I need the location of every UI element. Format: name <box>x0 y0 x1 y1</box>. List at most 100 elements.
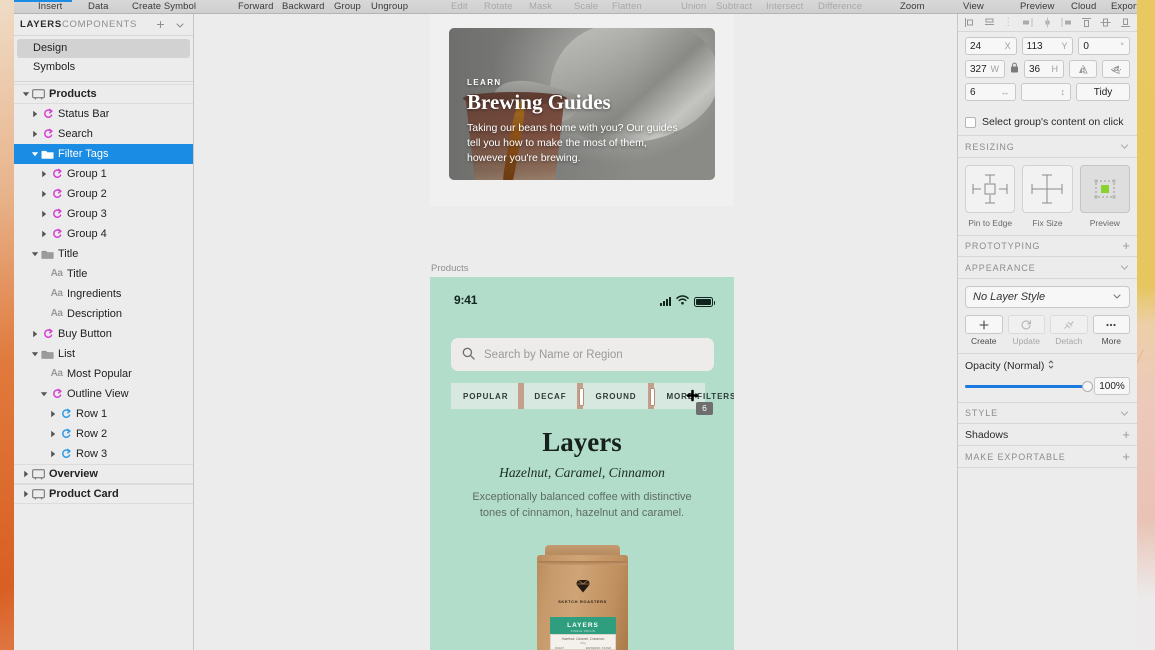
chevron-down-icon[interactable] <box>1119 408 1130 419</box>
toolbar-item-view[interactable]: View <box>963 1 984 13</box>
layer-row-product-card[interactable]: Product Card <box>14 484 193 504</box>
toolbar-item-cloud[interactable]: Cloud <box>1071 1 1096 13</box>
distribute-center-icon[interactable] <box>1042 17 1053 28</box>
lock-aspect-ratio-icon[interactable] <box>1010 62 1019 76</box>
align-bottom-icon[interactable] <box>1120 17 1131 28</box>
chevron-down-icon[interactable] <box>1112 291 1122 304</box>
tab-layers[interactable]: LAYERS <box>20 19 62 30</box>
layer-row-list[interactable]: List <box>14 344 193 364</box>
flip-horizontal-button[interactable] <box>1069 60 1097 78</box>
layer-row-title[interactable]: Title <box>14 244 193 264</box>
toolbar-item-data[interactable]: Data <box>88 1 108 13</box>
layer-row-status-bar[interactable]: Status Bar <box>14 104 193 124</box>
disclosure-triangle-closed-icon[interactable] <box>20 484 31 504</box>
chevron-down-icon[interactable] <box>1119 262 1130 273</box>
toolbar-item-backward[interactable]: Backward <box>282 1 325 13</box>
toolbar-item-zoom[interactable]: Zoom <box>900 1 925 13</box>
disclosure-triangle-closed-icon[interactable] <box>29 104 40 124</box>
page-item-symbols[interactable]: Symbols <box>17 58 190 77</box>
layer-row-group-4[interactable]: Group 4 <box>14 224 193 244</box>
update-style-button[interactable] <box>1007 315 1045 334</box>
layer-row-ingredients[interactable]: Aa Ingredients <box>14 284 193 304</box>
layer-row-buy-button[interactable]: Buy Button <box>14 324 193 344</box>
detach-style-button[interactable] <box>1050 315 1088 334</box>
add-shadow-icon[interactable]: + <box>1122 428 1130 441</box>
page-item-design[interactable]: Design <box>17 39 190 58</box>
toolbar-item-group[interactable]: Group <box>334 1 361 13</box>
x-field[interactable]: 24 X <box>965 37 1017 55</box>
flip-vertical-button[interactable] <box>1102 60 1130 78</box>
add-page-icon[interactable]: + <box>154 17 167 31</box>
resize-option-pin-to-edge[interactable] <box>965 165 1016 213</box>
distribute-right-icon[interactable] <box>1061 17 1072 28</box>
filter-tag-ground[interactable]: GROUND <box>583 392 648 401</box>
appearance-section-header[interactable]: APPEARANCE <box>958 257 1137 279</box>
opacity-value-field[interactable]: 100% <box>1094 377 1130 395</box>
layer-row-group-2[interactable]: Group 2 <box>14 184 193 204</box>
layer-row-group-1[interactable]: Group 1 <box>14 164 193 184</box>
vertical-spacing-field[interactable]: ↕ <box>1020 83 1071 101</box>
disclosure-triangle-open-icon[interactable] <box>29 244 40 264</box>
disclosure-triangle-closed-icon[interactable] <box>29 124 40 144</box>
artboard-product-card[interactable]: LEARN Brewing Guides Taking our beans ho… <box>430 14 734 206</box>
layer-row-description[interactable]: Aa Description <box>14 304 193 324</box>
filter-tag-decaf[interactable]: DECAF <box>524 392 577 401</box>
align-center-horizontal-icon[interactable] <box>984 17 995 28</box>
distribute-left-icon[interactable] <box>1022 17 1033 28</box>
layer-row-group-3[interactable]: Group 3 <box>14 204 193 224</box>
layer-row-search[interactable]: Search <box>14 124 193 144</box>
resizing-section-header[interactable]: RESIZING <box>958 136 1137 158</box>
disclosure-triangle-open-icon[interactable] <box>20 84 31 104</box>
align-more-icon[interactable]: ⋮ <box>1003 17 1013 28</box>
height-field[interactable]: 36 H <box>1024 60 1064 78</box>
style-section-header[interactable]: STYLE <box>958 402 1137 424</box>
layer-row-filter-tags[interactable]: Filter Tags <box>14 144 193 164</box>
disclosure-triangle-closed-icon[interactable] <box>20 464 31 484</box>
chevron-down-icon[interactable] <box>175 20 185 30</box>
layer-row-title[interactable]: Aa Title <box>14 264 193 284</box>
disclosure-triangle-closed-icon[interactable] <box>47 404 58 424</box>
more-options-button[interactable] <box>1092 315 1130 334</box>
toolbar-item-forward[interactable]: Forward <box>238 1 274 13</box>
filter-tag-popular[interactable]: POPULAR <box>451 392 518 401</box>
y-field[interactable]: 113 Y <box>1021 37 1074 55</box>
disclosure-triangle-closed-icon[interactable] <box>38 164 49 184</box>
layer-row-products[interactable]: Products <box>14 84 193 104</box>
disclosure-triangle-open-icon[interactable] <box>38 384 49 404</box>
disclosure-triangle-closed-icon[interactable] <box>47 424 58 444</box>
layer-row-row-1[interactable]: Row 1 <box>14 404 193 424</box>
disclosure-triangle-closed-icon[interactable] <box>38 224 49 244</box>
filter-tags-row[interactable]: POPULAR DECAF GROUND MORE FILTERS <box>451 383 734 409</box>
layer-row-row-3[interactable]: Row 3 <box>14 444 193 464</box>
create-style-button[interactable] <box>965 315 1003 334</box>
disclosure-triangle-closed-icon[interactable] <box>38 184 49 204</box>
disclosure-triangle-open-icon[interactable] <box>29 344 40 364</box>
select-group-content-row[interactable]: Select group's content on click <box>958 112 1137 136</box>
rotation-field[interactable]: 0 ° <box>1078 37 1131 55</box>
opacity-slider[interactable] <box>965 380 1093 392</box>
disclosure-triangle-closed-icon[interactable] <box>38 204 49 224</box>
disclosure-triangle-open-icon[interactable] <box>29 144 40 164</box>
shadows-section-header[interactable]: Shadows + <box>958 424 1137 446</box>
layer-style-select[interactable]: No Layer Style <box>965 286 1130 308</box>
spacing-handle-3[interactable] <box>648 383 655 409</box>
tidy-button[interactable]: Tidy <box>1076 83 1130 101</box>
prototyping-section-header[interactable]: PROTOTYPING + <box>958 235 1137 257</box>
artboard-label-products[interactable]: Products <box>431 263 469 274</box>
blend-mode-stepper-icon[interactable] <box>1047 359 1055 373</box>
add-prototyping-icon[interactable]: + <box>1122 239 1130 252</box>
align-top-icon[interactable] <box>1081 17 1092 28</box>
canvas[interactable]: LEARN Brewing Guides Taking our beans ho… <box>195 14 957 650</box>
horizontal-spacing-field[interactable]: 6 ↔ <box>965 83 1016 101</box>
toolbar-item-preview[interactable]: Preview <box>1020 1 1055 13</box>
layer-row-overview[interactable]: Overview <box>14 464 193 484</box>
layer-row-most-popular[interactable]: Aa Most Popular <box>14 364 193 384</box>
add-export-icon[interactable]: + <box>1122 450 1130 463</box>
artboard-products[interactable]: 9:41 Search by Name or Region POPULAR DE… <box>430 277 734 650</box>
resize-option-preview[interactable] <box>1079 165 1130 213</box>
disclosure-triangle-closed-icon[interactable] <box>47 444 58 464</box>
make-exportable-section-header[interactable]: MAKE EXPORTABLE + <box>958 446 1137 468</box>
width-field[interactable]: 327 W <box>965 60 1005 78</box>
tab-components[interactable]: COMPONENTS <box>62 19 137 30</box>
toolbar-item-create-symbol[interactable]: Create Symbol <box>132 1 196 13</box>
